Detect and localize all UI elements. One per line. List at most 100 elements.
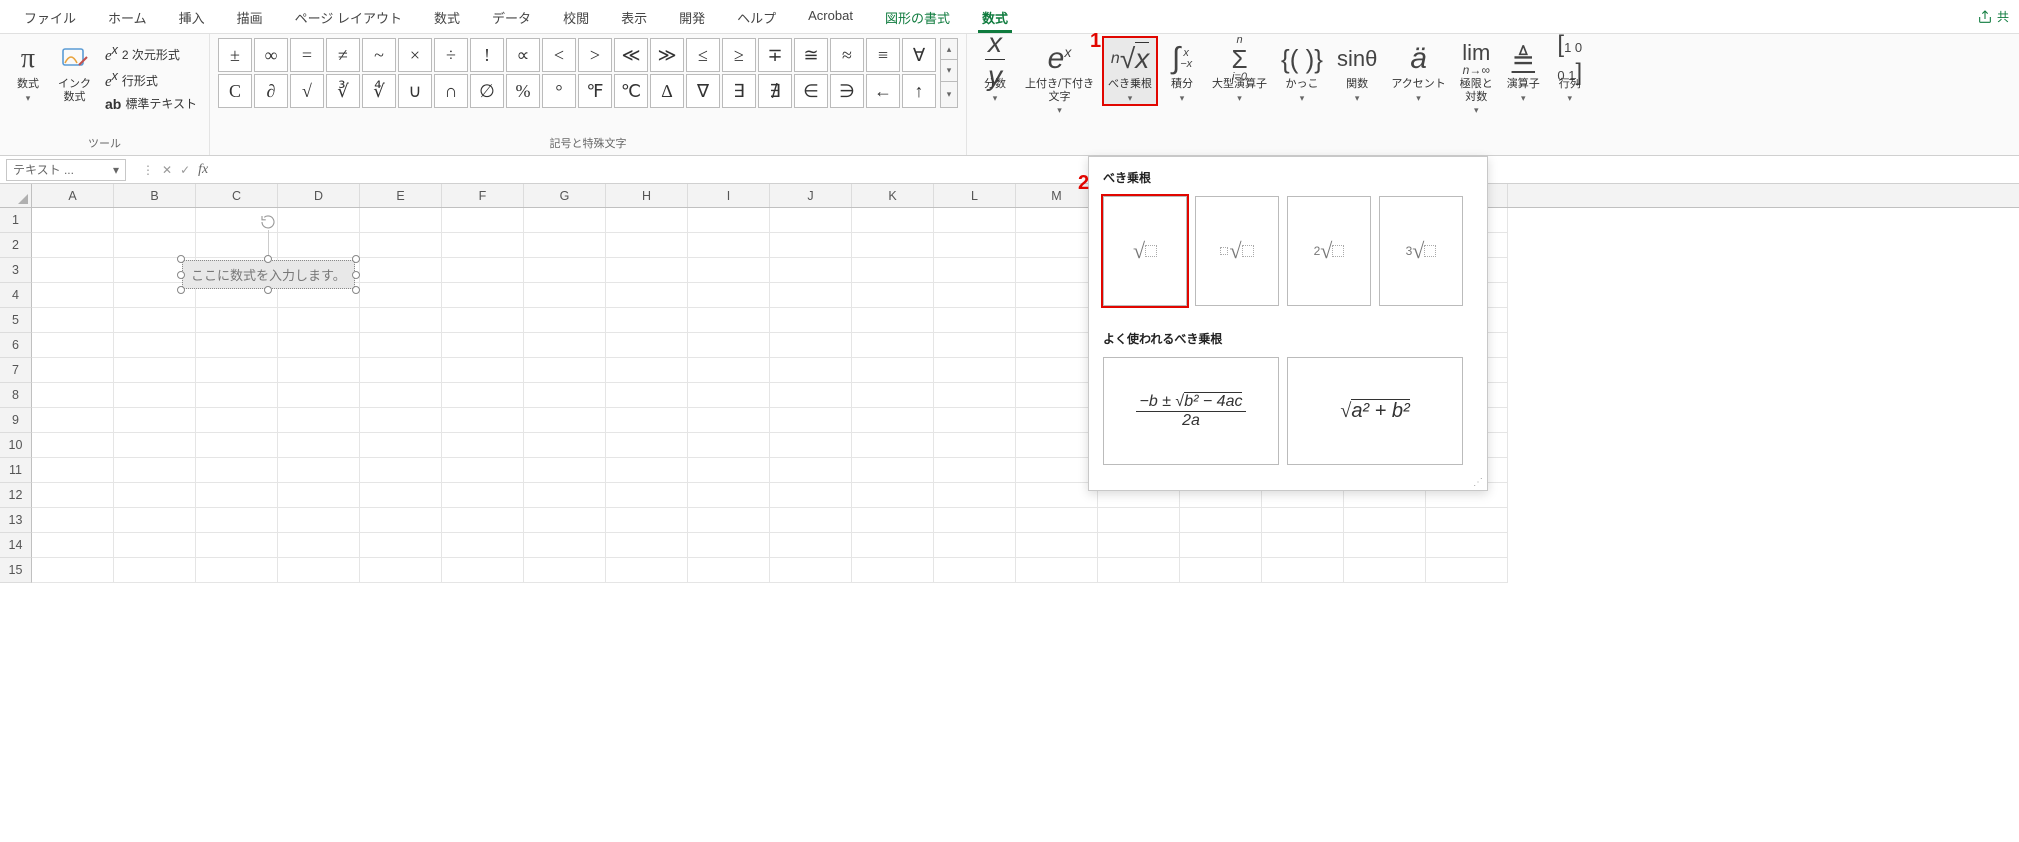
cell[interactable] <box>442 408 524 433</box>
cell[interactable] <box>114 208 196 233</box>
linear-button[interactable]: ex行形式 <box>101 68 201 92</box>
cell[interactable] <box>688 208 770 233</box>
cell[interactable] <box>32 333 114 358</box>
cell[interactable] <box>524 383 606 408</box>
col-header[interactable]: A <box>32 184 114 207</box>
symbol-cell[interactable]: √ <box>290 74 324 108</box>
resize-handle[interactable] <box>352 255 360 263</box>
structure-function[interactable]: sinθ関数▾ <box>1333 38 1381 104</box>
enter-icon[interactable]: ✓ <box>180 163 190 177</box>
cell[interactable] <box>114 558 196 583</box>
symbol-cell[interactable]: ≥ <box>722 38 756 72</box>
cell[interactable] <box>606 458 688 483</box>
cell[interactable] <box>934 258 1016 283</box>
cell[interactable] <box>688 508 770 533</box>
cell[interactable] <box>688 233 770 258</box>
cell[interactable] <box>1016 558 1098 583</box>
cell[interactable] <box>524 458 606 483</box>
row-header[interactable]: 6 <box>0 333 32 358</box>
cell[interactable] <box>1016 408 1098 433</box>
col-header[interactable]: F <box>442 184 524 207</box>
cancel-icon[interactable]: ✕ <box>162 163 172 177</box>
cell[interactable] <box>770 533 852 558</box>
cell[interactable] <box>1180 508 1262 533</box>
cell[interactable] <box>606 508 688 533</box>
tab-insert[interactable]: 挿入 <box>163 0 221 33</box>
cell[interactable] <box>688 383 770 408</box>
tab-layout[interactable]: ページ レイアウト <box>279 0 418 33</box>
row-header[interactable]: 9 <box>0 408 32 433</box>
radical-pythagoras[interactable]: √a² + b² <box>1287 357 1463 465</box>
row-header[interactable]: 4 <box>0 283 32 308</box>
cell[interactable] <box>606 433 688 458</box>
cell[interactable] <box>1344 558 1426 583</box>
cell[interactable] <box>114 508 196 533</box>
cell[interactable] <box>606 358 688 383</box>
cell[interactable] <box>606 483 688 508</box>
cell[interactable] <box>688 433 770 458</box>
symbol-cell[interactable]: ∪ <box>398 74 432 108</box>
cell[interactable] <box>524 208 606 233</box>
cell[interactable] <box>1016 233 1098 258</box>
cell[interactable] <box>360 233 442 258</box>
cell[interactable] <box>688 458 770 483</box>
symbol-cell[interactable]: ∞ <box>254 38 288 72</box>
radical-quadratic[interactable]: −b ± √b² − 4ac 2a <box>1103 357 1279 465</box>
structure-matrix[interactable]: [1 00 1]行列▾ <box>1550 38 1590 104</box>
scroll-down-button[interactable]: ▾ <box>940 60 958 82</box>
cell[interactable] <box>196 308 278 333</box>
share-button[interactable]: 共 <box>1967 0 2019 33</box>
cell[interactable] <box>1180 533 1262 558</box>
structure-bracket[interactable]: {( )}かっこ▾ <box>1277 38 1327 104</box>
symbol-cell[interactable]: ≅ <box>794 38 828 72</box>
row-header[interactable]: 13 <box>0 508 32 533</box>
cell[interactable] <box>32 208 114 233</box>
cell[interactable] <box>278 558 360 583</box>
cell[interactable] <box>770 258 852 283</box>
cell[interactable] <box>606 308 688 333</box>
cell[interactable] <box>524 308 606 333</box>
cell[interactable] <box>770 383 852 408</box>
symbol-cell[interactable]: ∈ <box>794 74 828 108</box>
cell[interactable] <box>278 458 360 483</box>
cell[interactable] <box>852 258 934 283</box>
cell[interactable] <box>524 483 606 508</box>
cell[interactable] <box>442 308 524 333</box>
structure-accent[interactable]: äアクセント▾ <box>1387 38 1449 104</box>
rotate-handle[interactable] <box>258 212 278 232</box>
cell[interactable] <box>360 333 442 358</box>
symbol-cell[interactable]: ∇ <box>686 74 720 108</box>
cell[interactable] <box>524 533 606 558</box>
cell[interactable] <box>688 358 770 383</box>
cell[interactable] <box>606 383 688 408</box>
cell[interactable] <box>114 458 196 483</box>
cell[interactable] <box>770 333 852 358</box>
cell[interactable] <box>606 558 688 583</box>
cell[interactable] <box>442 483 524 508</box>
panel-resize-grip[interactable]: ⋰ <box>1089 477 1487 490</box>
symbol-cell[interactable]: = <box>290 38 324 72</box>
symbol-cell[interactable]: ≤ <box>686 38 720 72</box>
cell[interactable] <box>1344 533 1426 558</box>
cell[interactable] <box>360 483 442 508</box>
cell[interactable] <box>934 358 1016 383</box>
symbol-cell[interactable]: C <box>218 74 252 108</box>
cell[interactable] <box>770 233 852 258</box>
cell[interactable] <box>442 233 524 258</box>
cell[interactable] <box>278 358 360 383</box>
symbol-cell[interactable]: ~ <box>362 38 396 72</box>
cell[interactable] <box>852 558 934 583</box>
symbol-cell[interactable]: ∄ <box>758 74 792 108</box>
cell[interactable] <box>852 408 934 433</box>
row-header[interactable]: 14 <box>0 533 32 558</box>
radical-sqrt[interactable]: √ <box>1103 196 1187 306</box>
symbol-cell[interactable]: ∓ <box>758 38 792 72</box>
cell[interactable] <box>934 458 1016 483</box>
tab-view[interactable]: 表示 <box>605 0 663 33</box>
cell[interactable] <box>114 408 196 433</box>
resize-handle[interactable] <box>352 271 360 279</box>
row-header[interactable]: 15 <box>0 558 32 583</box>
symbol-cell[interactable]: ∆ <box>650 74 684 108</box>
structure-limit[interactable]: limn→∞極限と 対数▾ <box>1456 38 1497 116</box>
cell[interactable] <box>278 508 360 533</box>
